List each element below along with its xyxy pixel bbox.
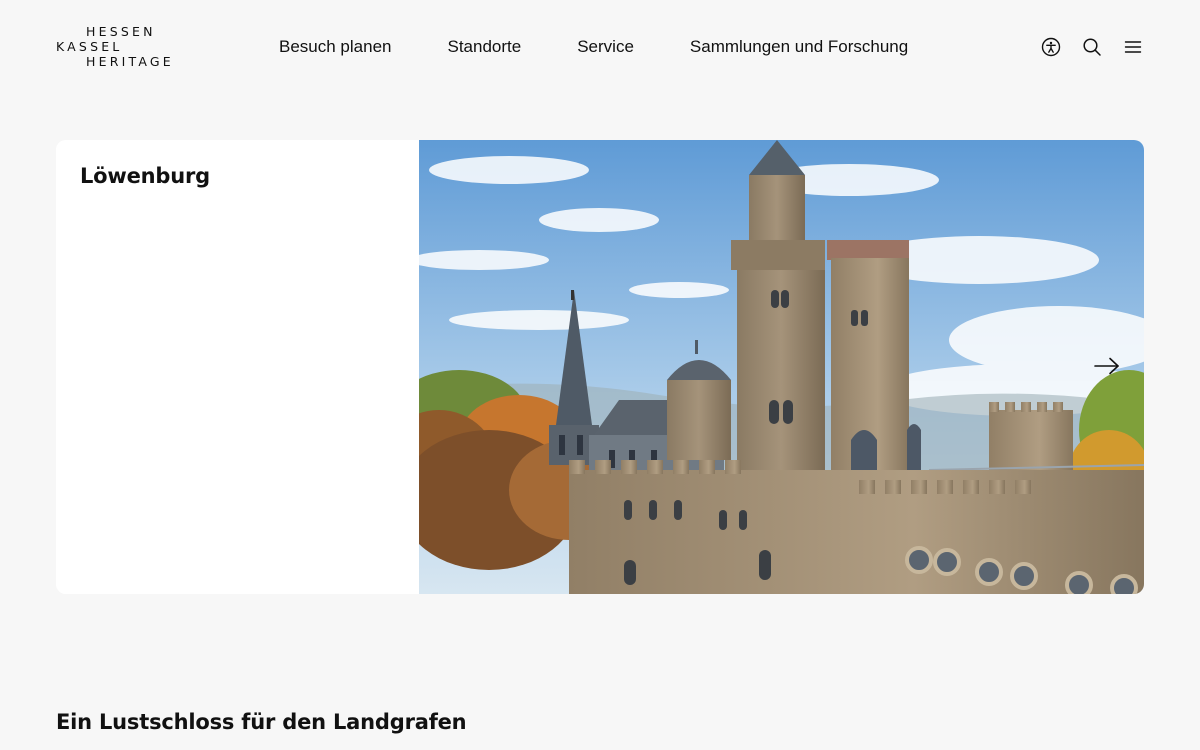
main-navigation: Besuch planen Standorte Service Sammlung… — [279, 36, 908, 58]
header-actions — [1040, 36, 1144, 58]
menu-button[interactable] — [1122, 36, 1144, 58]
nav-item-standorte[interactable]: Standorte — [447, 37, 521, 57]
hero-image-slider[interactable] — [419, 140, 1144, 594]
logo-line-2: KASSEL — [56, 39, 123, 54]
section-title: Ein Lustschloss für den Landgrafen — [56, 710, 467, 734]
search-button[interactable] — [1081, 36, 1103, 58]
next-slide-button[interactable] — [1092, 354, 1122, 378]
nav-item-service[interactable]: Service — [577, 37, 634, 57]
menu-icon — [1124, 41, 1142, 53]
hero-text-panel: Löwenburg — [56, 140, 419, 594]
arrow-right-icon — [1094, 357, 1119, 375]
nav-item-sammlungen-und-forschung[interactable]: Sammlungen und Forschung — [690, 37, 908, 57]
search-icon — [1083, 38, 1101, 56]
hero-card: Löwenburg — [56, 140, 1144, 594]
logo-line-1: HESSEN — [86, 24, 156, 39]
hero-title: Löwenburg — [80, 164, 210, 188]
hessen-kassel-heritage-logo[interactable]: HESSEN KASSEL HERITAGE — [56, 24, 176, 70]
accessibility-button[interactable] — [1040, 36, 1062, 58]
site-header: HESSEN KASSEL HERITAGE Besuch planen Sta… — [0, 0, 1200, 94]
castle-photo — [419, 140, 1144, 594]
accessibility-icon — [1041, 37, 1061, 57]
logo-line-3: HERITAGE — [86, 54, 174, 69]
nav-item-besuch-planen[interactable]: Besuch planen — [279, 37, 391, 57]
